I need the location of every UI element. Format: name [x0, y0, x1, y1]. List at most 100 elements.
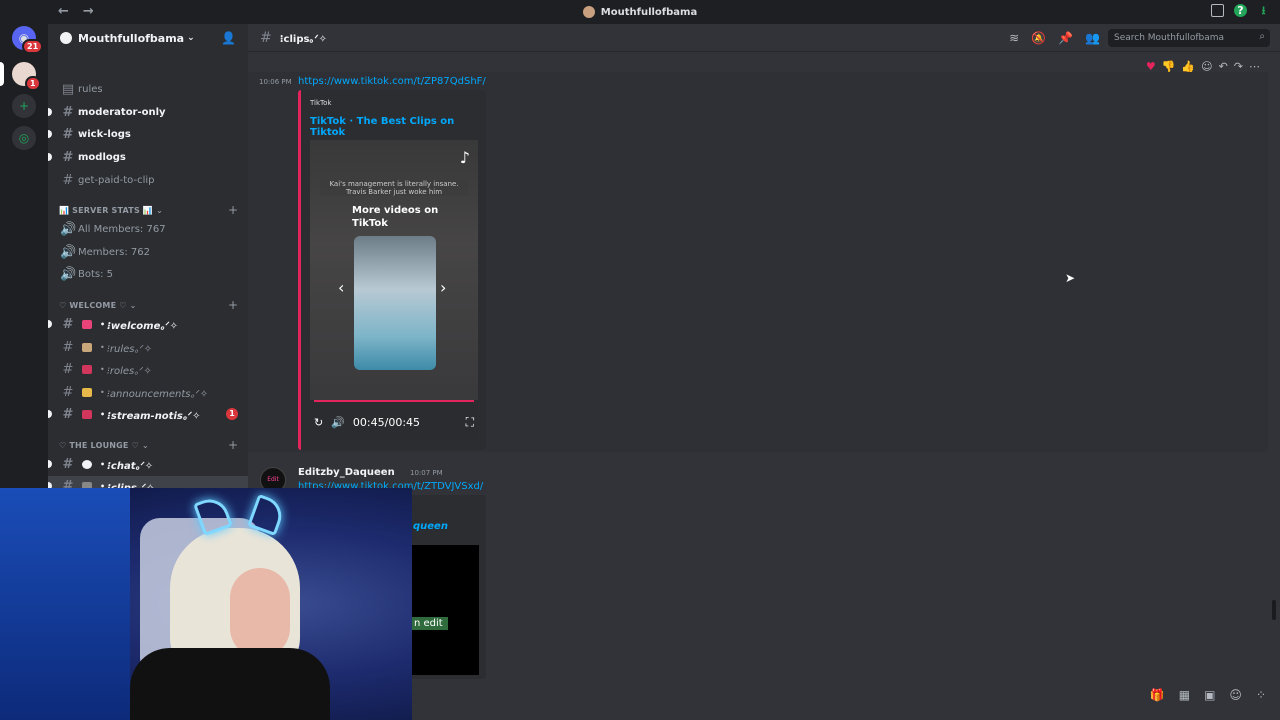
channel-label: ⁝roles｡ᐟ✧	[106, 365, 152, 377]
video-controls: ↻ 🔊 00:45/00:45 ⛶	[314, 410, 474, 434]
threads-icon[interactable]: ≋	[1009, 31, 1019, 45]
channel-modlogs[interactable]: # modlogs	[48, 147, 248, 167]
separator-dot: •	[100, 409, 106, 419]
channel-label: ⁝welcome｡ᐟ✧	[107, 320, 178, 332]
channel-rules-2[interactable]: # • ⁝rules｡ᐟ✧	[48, 337, 248, 357]
download-icon[interactable]: ⭳	[1257, 4, 1270, 17]
apps-icon[interactable]: ⁘	[1256, 688, 1266, 702]
channel-label: get-paid-to-clip	[78, 174, 155, 186]
video-thumbnail[interactable]	[354, 236, 436, 370]
message-toolbar: ♥ 👎 👍 ☺ ↶ ↷ ⋯	[1146, 60, 1260, 73]
category-lounge[interactable]: ♡ THE LOUNGE ♡ ⌄	[59, 441, 149, 450]
channel-moderator-only[interactable]: # moderator-only	[48, 102, 248, 122]
embedded-video[interactable]: Kai's management is literally insane. Tr…	[310, 140, 478, 440]
separator-dot: •	[100, 364, 105, 374]
stat-bots[interactable]: 🔊 Bots: 5	[48, 264, 248, 284]
chevron-right-icon[interactable]: ›	[440, 278, 446, 297]
reply-icon[interactable]: ↶	[1219, 60, 1228, 73]
add-channel-icon[interactable]: +	[228, 298, 238, 312]
channel-announcements[interactable]: # • ⁝announcements｡ᐟ✧	[48, 382, 248, 402]
inbox-icon[interactable]	[1211, 4, 1224, 17]
category-label: ♡ THE LOUNGE ♡	[59, 441, 139, 450]
video-timecode: 00:45/00:45	[352, 415, 421, 429]
embedded-video[interactable]	[409, 545, 479, 675]
channel-chat[interactable]: # • ⁝chat｡ᐟ✧	[48, 454, 248, 474]
message-timestamp: 10:07 PM	[410, 469, 443, 477]
stat-all-members[interactable]: 🔊 All Members: 767	[48, 219, 248, 239]
embed-title[interactable]: TikTok · The Best Clips on Tiktok	[310, 116, 486, 138]
add-server-icon[interactable]: +	[12, 94, 36, 118]
forward-icon[interactable]: ↷	[1234, 60, 1243, 73]
channel-stream-notis[interactable]: # • ⁝stream-notis｡ᐟ✧ 1	[48, 404, 248, 424]
bow-emoji-icon	[82, 319, 92, 329]
window-titlebar: ← → Mouthfullofbama ? ⭳	[0, 0, 1280, 24]
channel-label: ⁝rules｡ᐟ✧	[106, 343, 153, 355]
voice-icon: 🔊	[60, 244, 77, 260]
fullscreen-icon[interactable]: ⛶	[466, 415, 474, 430]
reaction-thumbs-down-icon[interactable]: 👎	[1162, 60, 1176, 73]
dm-badge: 1	[25, 76, 41, 91]
explore-icon[interactable]: ◎	[12, 126, 36, 150]
separator-dot: •	[100, 319, 106, 329]
pin-icon[interactable]: 📌	[1058, 31, 1073, 45]
message-username[interactable]: Editzby_Daqueen	[298, 467, 395, 478]
webcam-face	[230, 568, 290, 658]
category-server-stats[interactable]: 📊 SERVER STATS 📊 ⌄	[59, 206, 163, 215]
embed-title[interactable]: queen	[413, 521, 448, 532]
hash-icon: #	[260, 29, 272, 46]
more-options-icon[interactable]: ⋯	[1249, 60, 1260, 73]
reaction-heart-icon[interactable]: ♥	[1146, 60, 1156, 73]
back-arrow-icon[interactable]: ←	[58, 4, 69, 19]
add-channel-icon[interactable]: +	[228, 203, 238, 217]
server-name: Mouthfullofbama	[78, 31, 185, 45]
add-reaction-icon[interactable]: ☺	[1201, 60, 1212, 73]
sticker-icon[interactable]: ▣	[1204, 688, 1215, 702]
voice-icon: 🔊	[60, 266, 77, 282]
rules-icon: ▤	[61, 81, 75, 97]
channel-wick-logs[interactable]: # wick-logs	[48, 124, 248, 144]
chevron-left-icon[interactable]: ‹	[338, 278, 344, 297]
channel-label: ⁝chat｡ᐟ✧	[107, 460, 154, 472]
volume-icon[interactable]: 🔊	[331, 416, 345, 429]
webcam-overlay	[0, 488, 412, 720]
category-welcome[interactable]: ♡ WELCOME ♡ ⌄	[59, 301, 137, 310]
tiktok-logo-icon: ♪	[459, 148, 470, 167]
gift-icon[interactable]: 🎁	[1150, 688, 1165, 702]
speech-bubble-emoji-icon	[82, 459, 92, 469]
gif-icon[interactable]: ▦	[1179, 688, 1190, 702]
chevron-down-icon: ⌄	[187, 33, 195, 43]
channel-roles[interactable]: # • ⁝roles｡ᐟ✧	[48, 359, 248, 379]
add-channel-icon[interactable]: +	[228, 438, 238, 452]
channel-get-paid-to-clip[interactable]: # get-paid-to-clip	[48, 170, 248, 190]
search-icon: ⌕	[1259, 31, 1265, 42]
header-actions: ≋ 🔕 📌 👥	[1009, 31, 1100, 45]
search-placeholder: Search Mouthfullofbama	[1114, 33, 1225, 43]
mute-bell-icon[interactable]: 🔕	[1031, 31, 1046, 45]
channel-label: Bots: 5	[78, 268, 114, 280]
emoji-icon[interactable]: ☺	[1229, 688, 1242, 702]
search-input[interactable]: Search Mouthfullofbama ⌕	[1108, 29, 1270, 47]
server-logo-icon	[60, 32, 72, 44]
more-videos-label: More videos on TikTok	[352, 205, 439, 229]
help-icon[interactable]: ?	[1234, 4, 1247, 17]
separator-dot: •	[100, 387, 105, 397]
forward-arrow-icon[interactable]: →	[83, 4, 94, 19]
replay-icon[interactable]: ↻	[314, 416, 323, 429]
member-list-icon[interactable]: 👥	[1085, 31, 1100, 45]
separator-dot: •	[100, 459, 106, 469]
stat-members[interactable]: 🔊 Members: 762	[48, 242, 248, 262]
channel-label: wick-logs	[78, 128, 131, 140]
channel-rules[interactable]: ▤ rules	[48, 79, 248, 99]
mention-badge: 1	[226, 408, 238, 420]
server-header[interactable]: Mouthfullofbama ⌄ 👤	[48, 24, 248, 52]
message-link[interactable]: https://www.tiktok.com/t/ZP87QdShF/	[298, 76, 486, 87]
scrollbar[interactable]	[1272, 600, 1276, 620]
channel-welcome[interactable]: # • ⁝welcome｡ᐟ✧	[48, 314, 248, 334]
video-progress-bar[interactable]	[314, 400, 474, 402]
hash-icon: #	[62, 384, 74, 400]
window-title: Mouthfullofbama	[600, 6, 698, 18]
category-label: ♡ WELCOME ♡	[59, 301, 127, 310]
hash-icon: #	[62, 406, 74, 422]
reaction-thumbs-up-icon[interactable]: 👍	[1181, 60, 1195, 73]
invite-people-icon[interactable]: 👤	[221, 31, 236, 45]
